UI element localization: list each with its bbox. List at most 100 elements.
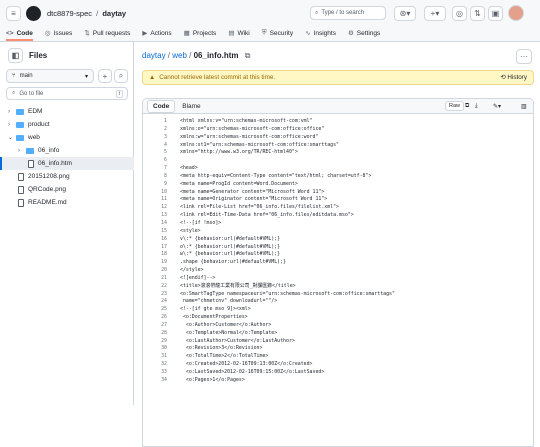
tab-security[interactable]: ⛨ Security [262, 29, 293, 41]
line-number[interactable]: 7 [143, 165, 167, 173]
search-input[interactable]: ⌕ Type / to search [310, 6, 386, 20]
line-number[interactable]: 9 [143, 181, 167, 189]
hamburger-menu-icon[interactable]: ≡ [6, 5, 21, 21]
line-text: xmlns="http://www.w3.org/TR/REC-html40"> [180, 149, 298, 156]
tab-projects[interactable]: ▦ Projects [184, 29, 217, 41]
tab-label: Insights [313, 29, 336, 37]
line-number[interactable]: 21 [143, 275, 167, 283]
tree-item-20151208-png[interactable]: 20151208.png [0, 170, 134, 183]
tree-item-edm[interactable]: › EDM [0, 105, 134, 118]
line-number[interactable]: 22 [143, 283, 167, 291]
tree-item-readme-md[interactable]: README.md [0, 196, 134, 209]
line-number[interactable]: 29 [143, 338, 167, 346]
issues-icon[interactable]: ◎ [452, 6, 467, 21]
copy-icon[interactable]: ⧉ [465, 103, 469, 110]
line-number[interactable]: 11 [143, 196, 167, 204]
line-number[interactable]: 24 [143, 298, 167, 306]
line-text: <o:Template>Normal</o:Template> [180, 329, 278, 336]
line-number[interactable]: 30 [143, 345, 167, 353]
line-number[interactable]: 20 [143, 267, 167, 275]
line-text: <link rel=Edit-Time-Data href="06_info.f… [180, 212, 354, 219]
tab-blame[interactable]: Blame [177, 101, 205, 112]
line-number[interactable]: 14 [143, 220, 167, 228]
inbox-icon[interactable]: ▣ [488, 6, 503, 21]
line-number[interactable]: 3 [143, 134, 167, 142]
line-number[interactable]: 31 [143, 353, 167, 361]
tree-item-product[interactable]: › product [0, 118, 134, 131]
tree-item-06-info-folder[interactable]: › 06_info [0, 144, 134, 157]
owner-link[interactable]: dtc8879-spec [47, 9, 92, 18]
line-number[interactable]: 5 [143, 149, 167, 157]
line-number[interactable]: 27 [143, 322, 167, 330]
create-new-icon[interactable]: +▾ [424, 6, 446, 21]
line-number[interactable]: 26 [143, 314, 167, 322]
code-line: 30 <o:Revision>3</o:Revision> [143, 345, 533, 353]
sidebar-header: ◧ Files [0, 42, 133, 68]
chevron-right-icon: › [18, 147, 20, 154]
edit-icon[interactable]: ✎▾ [493, 103, 501, 110]
tab-label: Settings [356, 29, 381, 37]
line-number[interactable]: 2 [143, 126, 167, 134]
tab-actions[interactable]: ▶ Actions [142, 29, 171, 41]
tree-item-label: QRCode.png [28, 186, 66, 193]
line-number[interactable]: 4 [143, 142, 167, 150]
search-files-icon[interactable]: ⌕ [114, 69, 128, 83]
tree-item-web[interactable]: ⌄ web [0, 131, 134, 144]
line-number[interactable]: 18 [143, 251, 167, 259]
line-number[interactable]: 12 [143, 204, 167, 212]
tree-item-06-info-htm[interactable]: 06_info.htm [0, 157, 134, 170]
tree-item-qrcode-png[interactable]: QRCode.png [0, 183, 134, 196]
line-number[interactable]: 28 [143, 330, 167, 338]
tab-insights[interactable]: ∿ Insights [305, 29, 336, 41]
line-text: <o:Pages>1</o:Pages> [180, 376, 245, 383]
line-text: <o:LastSaved>2012-02-16T09:15:00Z</o:Las… [180, 369, 325, 375]
pull-requests-icon[interactable]: ⇅ [470, 6, 485, 21]
code-line: 33 <o:LastSaved>2012-02-16T09:15:00Z</o:… [143, 369, 533, 377]
line-number[interactable]: 23 [143, 291, 167, 299]
line-number[interactable]: 10 [143, 189, 167, 197]
chevron-right-icon: › [8, 121, 10, 128]
tab-issues[interactable]: ◎ Issues [45, 29, 72, 41]
code-line: 19 .shape {behavior:url(#default#VML);} [143, 259, 533, 267]
line-number[interactable]: 13 [143, 212, 167, 220]
tab-wiki[interactable]: ▤ Wiki [228, 29, 249, 41]
download-icon[interactable]: ⤓ [475, 103, 478, 110]
tab-label: Pull requests [92, 29, 131, 37]
repo-link[interactable]: daytay [102, 9, 126, 18]
more-options-icon[interactable]: ··· [516, 49, 532, 64]
tab-code-view[interactable]: Code [147, 99, 176, 113]
line-text: <style> [180, 227, 201, 234]
copilot-icon[interactable]: ⊛▾ [394, 6, 416, 21]
branch-selector[interactable]: ⑂ main ▾ [6, 69, 94, 83]
tab-label: Security [269, 29, 294, 37]
code-line: 17 o\:* {behavior:url(#default#VML);} [143, 244, 533, 252]
add-file-icon[interactable]: + [98, 69, 112, 83]
line-number[interactable]: 19 [143, 259, 167, 267]
line-number[interactable]: 15 [143, 228, 167, 236]
line-number[interactable]: 34 [143, 377, 167, 385]
raw-button[interactable]: Raw [445, 101, 465, 111]
line-number[interactable]: 25 [143, 306, 167, 314]
tab-settings[interactable]: ⚙ Settings [348, 29, 380, 41]
github-logo-icon[interactable] [26, 5, 41, 21]
line-number[interactable]: 6 [143, 157, 167, 165]
code-line: 21 <![endif]--> [143, 275, 533, 283]
line-number[interactable]: 8 [143, 173, 167, 181]
line-number[interactable]: 33 [143, 369, 167, 377]
symbols-icon[interactable]: ▥ [521, 103, 527, 110]
search-icon: ⌕ [315, 9, 319, 16]
go-to-file-input[interactable]: ⌕ Go to file t [6, 87, 128, 100]
tab-pull-requests[interactable]: ⇅ Pull requests [84, 29, 130, 41]
sidebar-title: Files [29, 50, 48, 60]
avatar[interactable] [508, 5, 524, 21]
line-number[interactable]: 17 [143, 244, 167, 252]
line-number[interactable]: 32 [143, 361, 167, 369]
breadcrumb-folder[interactable]: web [172, 51, 187, 60]
copy-path-icon[interactable]: ⧉ [245, 51, 251, 60]
tab-code[interactable]: <> Code [6, 30, 33, 41]
breadcrumb-repo[interactable]: daytay [142, 51, 166, 60]
line-number[interactable]: 1 [143, 118, 167, 126]
collapse-sidebar-icon[interactable]: ◧ [8, 47, 23, 63]
history-button[interactable]: ⟲ History [500, 74, 527, 81]
line-number[interactable]: 16 [143, 236, 167, 244]
